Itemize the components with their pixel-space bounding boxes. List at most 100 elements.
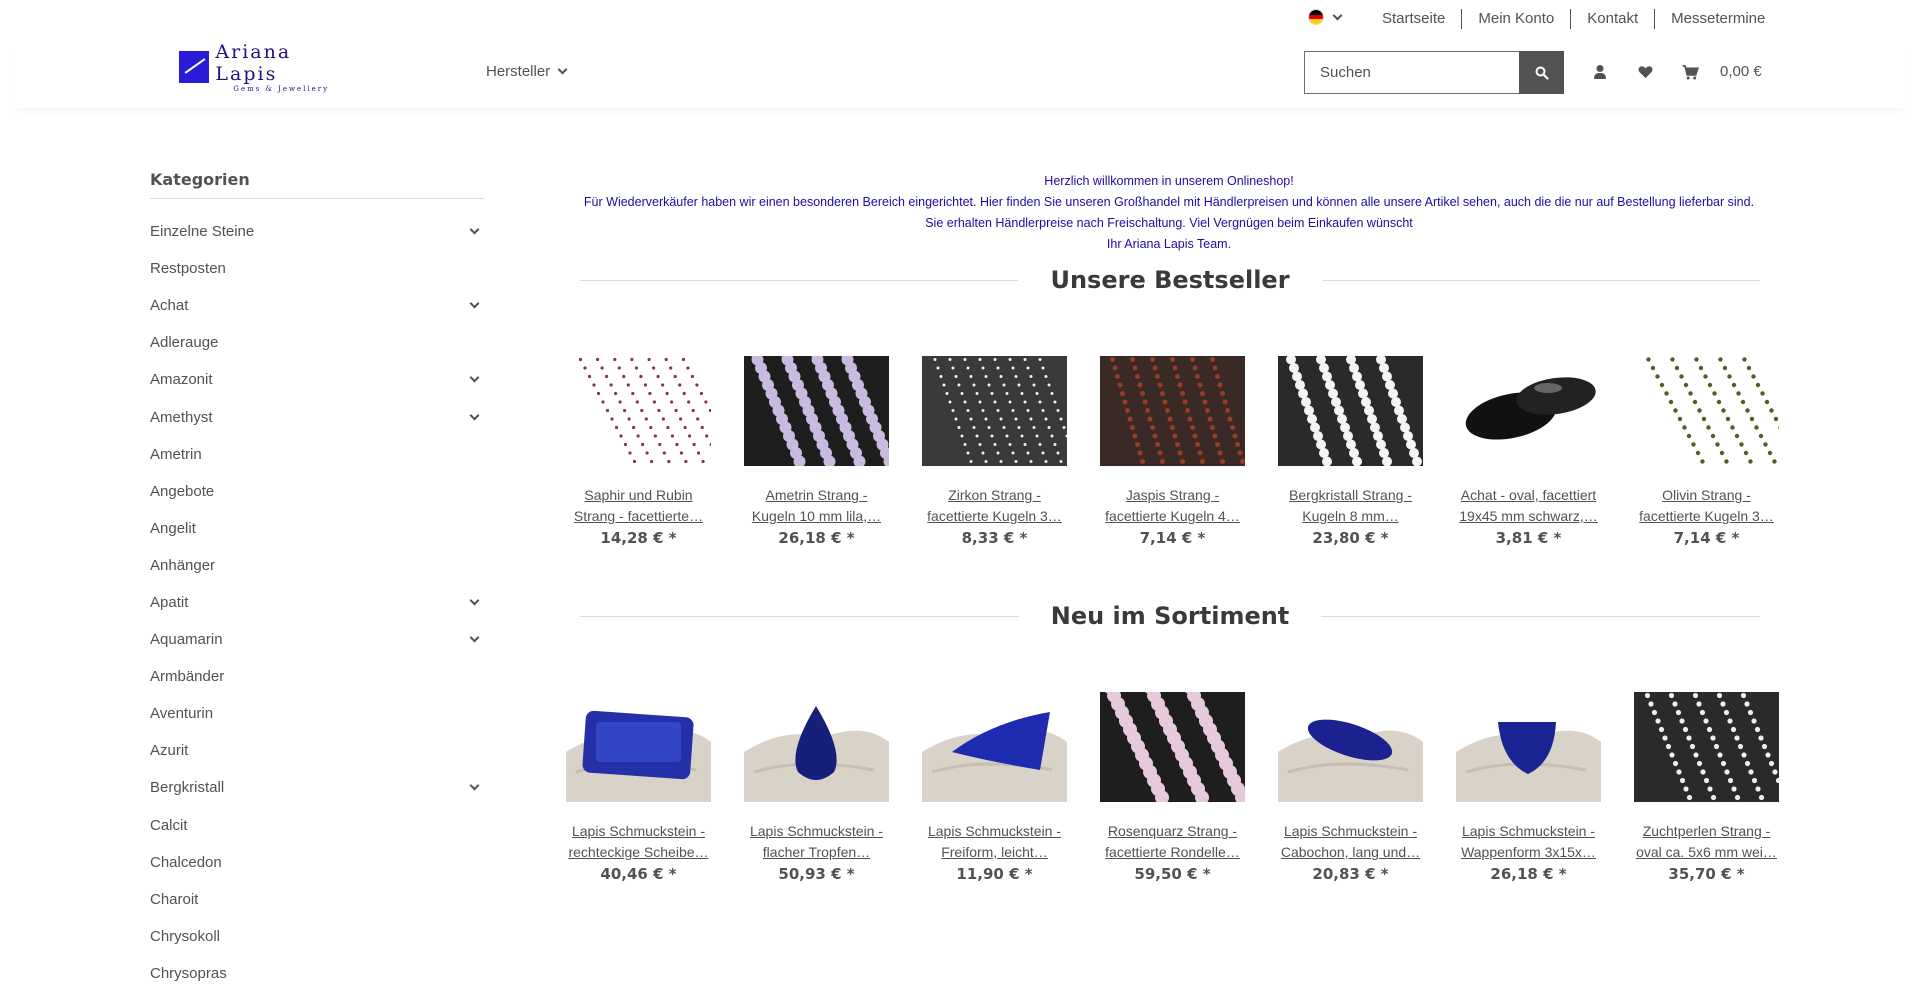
product-image[interactable] bbox=[922, 692, 1067, 802]
product-name-link[interactable]: Jaspis Strang - facettierte Kugeln 4… bbox=[1100, 485, 1245, 527]
product-name-link[interactable]: Lapis Schmuckstein - Freiform, leicht… bbox=[922, 821, 1067, 863]
category-label: Angebote bbox=[150, 482, 215, 500]
product-name-link[interactable]: Bergkristall Strang - Kugeln 8 mm… bbox=[1278, 485, 1423, 527]
product-name-line: oval ca. 5x6 mm wei… bbox=[1636, 844, 1777, 860]
product-name-link[interactable]: Lapis Schmuckstein - Wappenform 3x15x… bbox=[1456, 821, 1601, 863]
product-image[interactable] bbox=[744, 692, 889, 802]
product-image[interactable] bbox=[1456, 692, 1601, 802]
category-item[interactable]: Aquamarin bbox=[150, 621, 484, 658]
category-item[interactable]: Chrysopras bbox=[150, 955, 484, 992]
category-item[interactable]: Amethyst bbox=[150, 398, 484, 435]
product-image[interactable] bbox=[1100, 692, 1245, 802]
category-item[interactable]: Einzelne Steine bbox=[150, 213, 484, 250]
search-button[interactable] bbox=[1519, 51, 1564, 94]
product-card[interactable]: Saphir und Rubin Strang - facettierte… 14,… bbox=[566, 356, 711, 547]
product-card[interactable]: Lapis Schmuckstein - Cabochon, lang und… 2… bbox=[1278, 692, 1423, 883]
product-name-link[interactable]: Zuchtperlen Strang - oval ca. 5x6 mm wei… bbox=[1634, 821, 1779, 863]
wishlist-button[interactable] bbox=[1635, 62, 1655, 82]
category-item[interactable]: Achat bbox=[150, 287, 484, 324]
product-card[interactable]: Lapis Schmuckstein - flacher Tropfen… 50,9… bbox=[744, 692, 889, 883]
category-item[interactable]: Adlerauge bbox=[150, 324, 484, 361]
category-item[interactable]: Amazonit bbox=[150, 361, 484, 398]
category-item[interactable]: Chalcedon bbox=[150, 844, 484, 881]
product-name-line: facettierte Rondelle… bbox=[1105, 844, 1240, 860]
product-image[interactable] bbox=[1634, 692, 1779, 802]
category-item[interactable]: Chrysokoll bbox=[150, 918, 484, 955]
product-name-link[interactable]: Achat - oval, facettiert 19x45 mm schwarz… bbox=[1456, 485, 1601, 527]
product-image[interactable] bbox=[1456, 356, 1601, 466]
product-image[interactable] bbox=[1278, 356, 1423, 466]
category-item[interactable]: Bergkristall bbox=[150, 769, 484, 806]
chevron-down-icon[interactable] bbox=[469, 298, 480, 309]
product-card[interactable]: Lapis Schmuckstein - rechteckige Scheibe…… bbox=[566, 692, 711, 883]
divider bbox=[580, 615, 1019, 617]
product-image[interactable] bbox=[1278, 692, 1423, 802]
product-image[interactable] bbox=[566, 692, 711, 802]
account-button[interactable] bbox=[1590, 62, 1610, 82]
category-item[interactable]: Angebote bbox=[150, 473, 484, 510]
category-item[interactable]: Angelit bbox=[150, 510, 484, 547]
category-item[interactable]: Armbänder bbox=[150, 658, 484, 695]
product-name-link[interactable]: Lapis Schmuckstein - rechteckige Scheibe… bbox=[566, 821, 711, 863]
bestseller-heading: Unsere Bestseller bbox=[580, 266, 1760, 294]
product-name-link[interactable]: Saphir und Rubin Strang - facettierte… bbox=[566, 485, 711, 527]
link-startseite[interactable]: Startseite bbox=[1370, 9, 1461, 29]
link-messetermine[interactable]: Messetermine bbox=[1654, 9, 1781, 29]
category-item[interactable]: Azurit bbox=[150, 732, 484, 769]
product-image[interactable] bbox=[922, 356, 1067, 466]
product-name-link[interactable]: Ametrin Strang - Kugeln 10 mm lila,… bbox=[744, 485, 889, 527]
language-selector[interactable] bbox=[1308, 9, 1343, 25]
chevron-down-icon bbox=[1332, 10, 1343, 20]
category-label: Azurit bbox=[150, 742, 189, 760]
product-card[interactable]: Jaspis Strang - facettierte Kugeln 4… 7,14… bbox=[1100, 356, 1245, 547]
product-image[interactable] bbox=[566, 356, 711, 466]
link-kontakt[interactable]: Kontakt bbox=[1570, 9, 1654, 29]
product-name-link[interactable]: Rosenquarz Strang - facettierte Rondelle… bbox=[1100, 821, 1245, 863]
product-name-line: Jaspis Strang - bbox=[1125, 487, 1220, 503]
category-item[interactable]: Anhänger bbox=[150, 547, 484, 584]
chevron-down-icon[interactable] bbox=[469, 372, 480, 383]
product-image[interactable] bbox=[744, 356, 889, 466]
product-image[interactable] bbox=[1634, 356, 1779, 466]
divider bbox=[1321, 615, 1761, 617]
product-name-link[interactable]: Lapis Schmuckstein - flacher Tropfen… bbox=[744, 821, 889, 863]
product-name-link[interactable]: Zirkon Strang - facettierte Kugeln 3… bbox=[922, 485, 1067, 527]
category-item[interactable]: Apatit bbox=[150, 584, 484, 621]
chevron-down-icon[interactable] bbox=[469, 632, 480, 643]
product-name-line: Achat - oval, facettiert bbox=[1460, 487, 1597, 503]
product-card[interactable]: Lapis Schmuckstein - Freiform, leicht… 11,… bbox=[922, 692, 1067, 883]
product-name-link[interactable]: Olivin Strang - facettierte Kugeln 3… bbox=[1634, 485, 1779, 527]
cart-button[interactable] bbox=[1680, 62, 1700, 82]
category-label: Angelit bbox=[150, 519, 196, 537]
product-card[interactable]: Lapis Schmuckstein - Wappenform 3x15x… 26,… bbox=[1456, 692, 1601, 883]
category-item[interactable]: Restposten bbox=[150, 250, 484, 287]
category-item[interactable]: Aventurin bbox=[150, 695, 484, 732]
top-links: Startseite Mein Konto Kontakt Messetermi… bbox=[1370, 9, 1781, 29]
search-input[interactable] bbox=[1304, 51, 1519, 94]
product-card[interactable]: Olivin Strang - facettierte Kugeln 3… 7,14… bbox=[1634, 356, 1779, 547]
product-name-link[interactable]: Lapis Schmuckstein - Cabochon, lang und… bbox=[1278, 821, 1423, 863]
chevron-down-icon[interactable] bbox=[469, 595, 480, 606]
cart-total[interactable]: 0,00 € bbox=[1720, 63, 1762, 80]
product-card[interactable]: Zuchtperlen Strang - oval ca. 5x6 mm wei…… bbox=[1634, 692, 1779, 883]
product-card[interactable]: Zirkon Strang - facettierte Kugeln 3… 8,33… bbox=[922, 356, 1067, 547]
sidebar-title: Kategorien bbox=[150, 170, 484, 199]
category-item[interactable]: Ametrin bbox=[150, 436, 484, 473]
category-item[interactable]: Charoit bbox=[150, 881, 484, 918]
product-image[interactable] bbox=[1100, 356, 1245, 466]
chevron-down-icon[interactable] bbox=[469, 781, 480, 791]
category-item[interactable]: Calcit bbox=[150, 807, 484, 844]
product-name-line: Ametrin Strang - bbox=[765, 487, 868, 503]
product-price: 23,80 € * bbox=[1312, 529, 1389, 547]
product-card[interactable]: Rosenquarz Strang - facettierte Rondelle…… bbox=[1100, 692, 1245, 883]
chevron-down-icon[interactable] bbox=[469, 224, 480, 235]
nav-hersteller[interactable]: Hersteller bbox=[486, 63, 568, 80]
link-mein-konto[interactable]: Mein Konto bbox=[1461, 9, 1570, 29]
logo[interactable]: Ariana Lapis Gems & Jewellery bbox=[179, 41, 354, 93]
product-card[interactable]: Achat - oval, facettiert 19x45 mm schwarz… bbox=[1456, 356, 1601, 547]
product-card[interactable]: Ametrin Strang - Kugeln 10 mm lila,… 26,18… bbox=[744, 356, 889, 547]
logo-mark-icon bbox=[179, 51, 210, 83]
product-card[interactable]: Bergkristall Strang - Kugeln 8 mm… 23,80 €… bbox=[1278, 356, 1423, 547]
category-label: Chrysopras bbox=[150, 964, 227, 982]
chevron-down-icon[interactable] bbox=[469, 410, 480, 420]
